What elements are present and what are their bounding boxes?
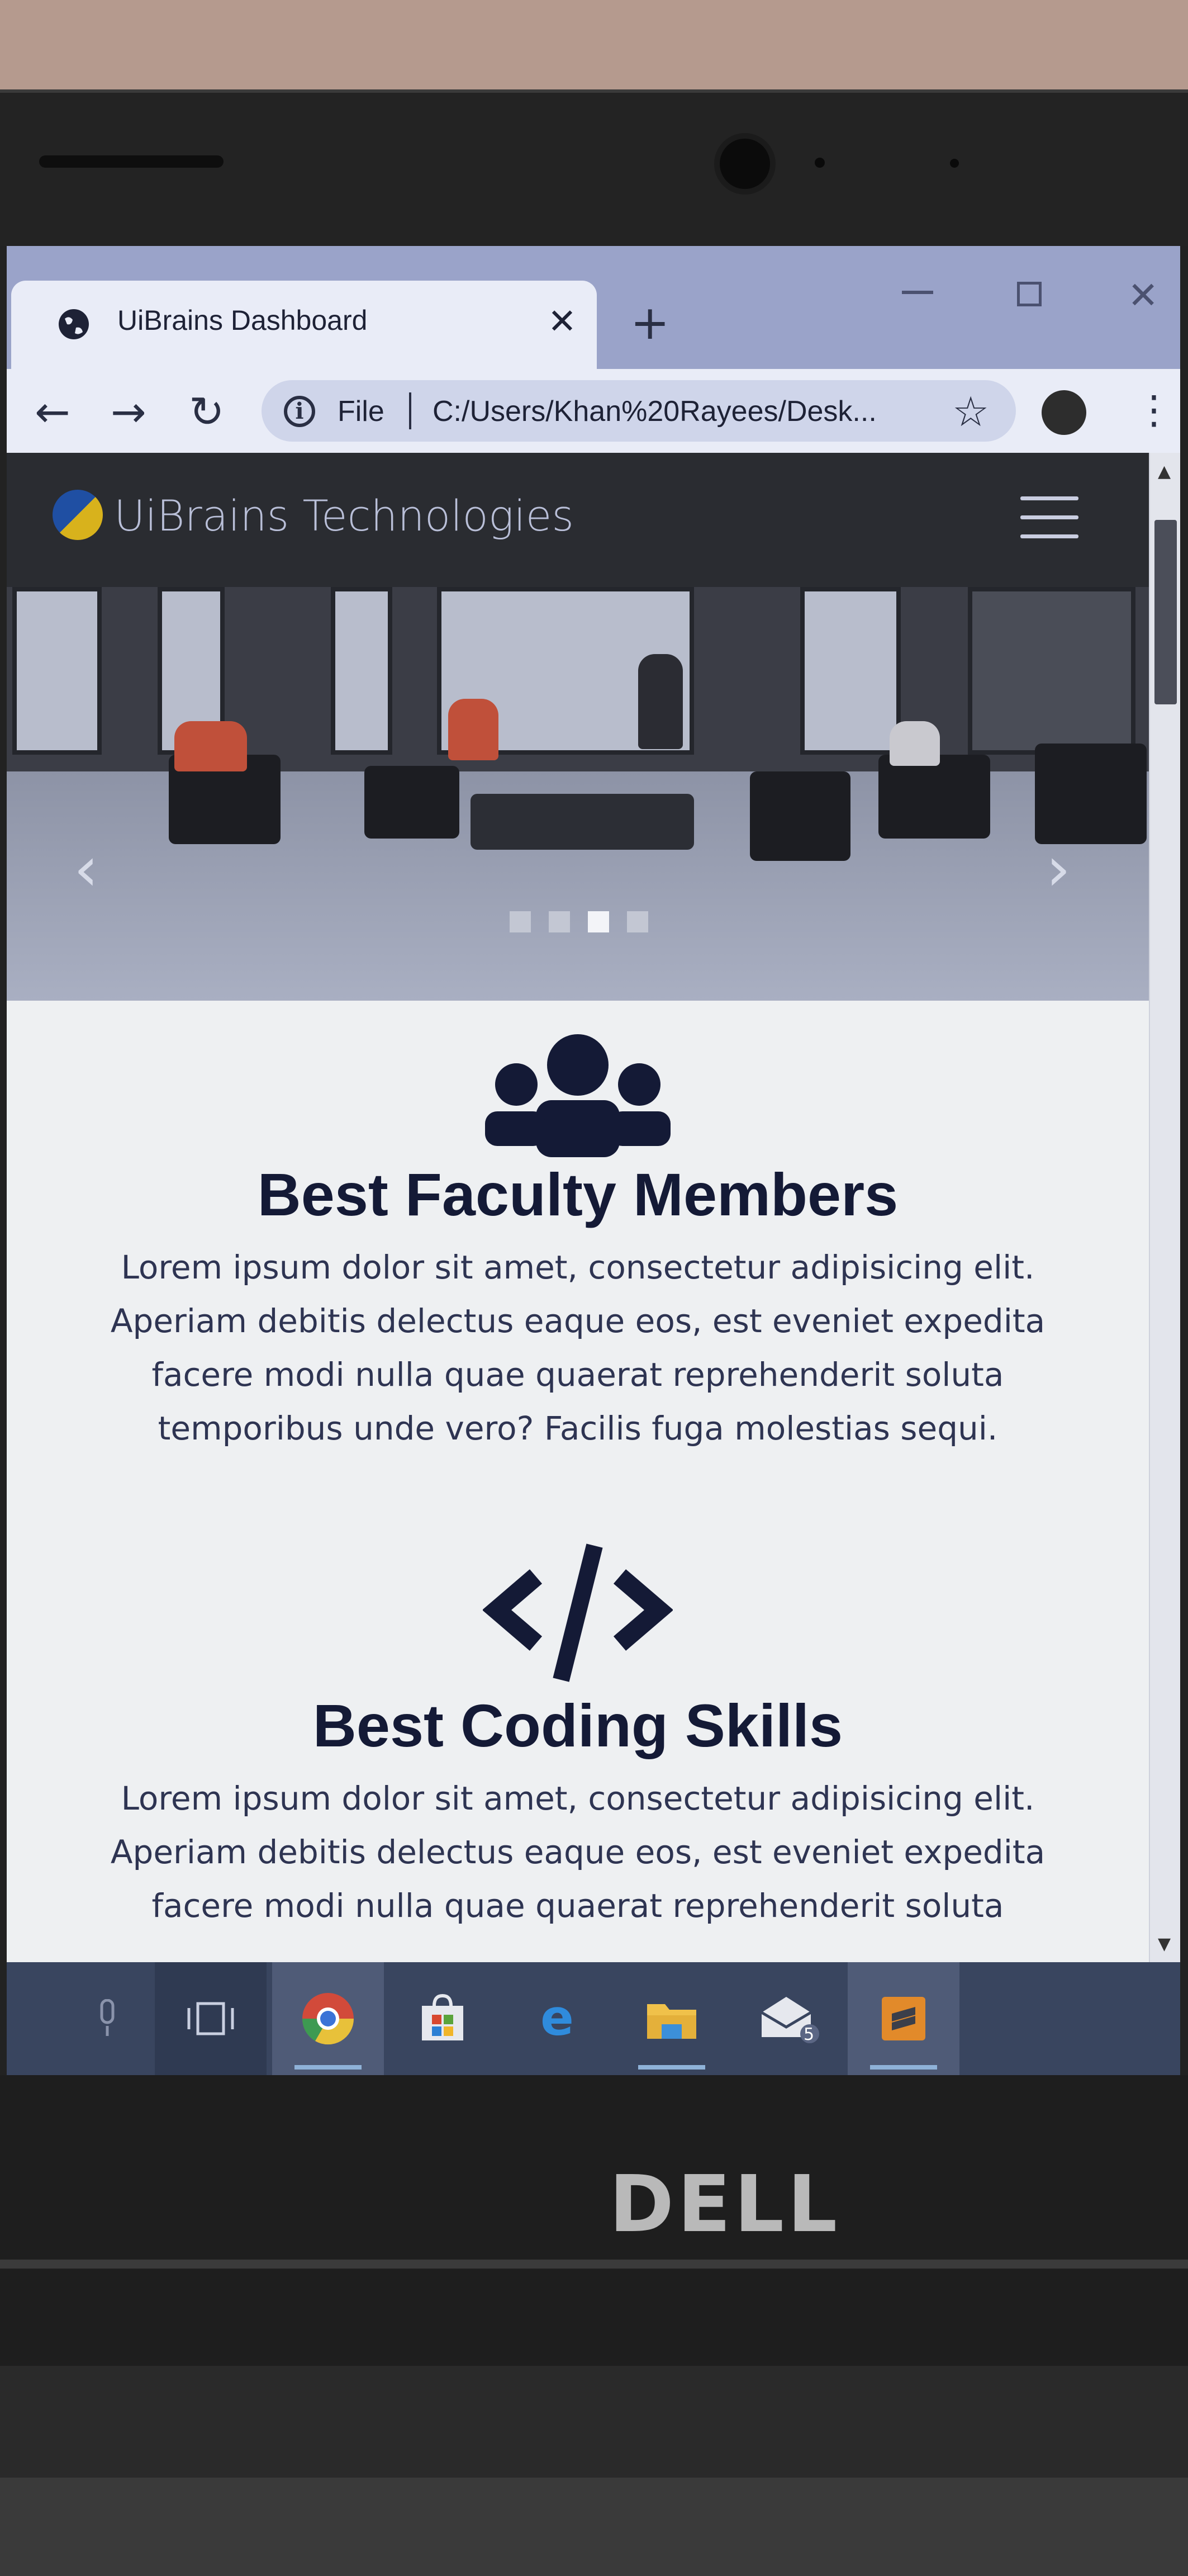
laptop-keyboard-edge: [0, 2478, 1188, 2576]
photo-person: [890, 721, 940, 766]
photo-chair: [878, 755, 990, 839]
speaker-grille: [39, 155, 224, 168]
page-scrollbar[interactable]: ▲ ▼: [1149, 453, 1180, 1962]
background-wall: [0, 0, 1188, 95]
browser-tab[interactable]: UiBrains Dashboard ✕: [11, 281, 597, 369]
scrollbar-thumb[interactable]: [1154, 520, 1177, 704]
extension-icon[interactable]: [1042, 390, 1086, 435]
windows-taskbar: e 5: [7, 1962, 1180, 2075]
scroll-up-icon[interactable]: ▲: [1158, 462, 1171, 481]
kebab-menu-icon[interactable]: ⋮: [1134, 387, 1173, 433]
address-scheme-label: File: [338, 395, 384, 428]
back-arrow-icon[interactable]: ←: [35, 387, 70, 437]
feature-coding: Best Coding Skills Lorem ipsum dolor sit…: [7, 1537, 1149, 1933]
site-navbar: UiBrains Technologies: [7, 453, 1149, 587]
photo-person: [448, 699, 498, 760]
tab-title: UiBrains Dashboard: [117, 305, 368, 336]
microphone-icon[interactable]: [51, 1962, 163, 2075]
photo-window: [331, 587, 392, 755]
browser-toolbar: ← → ↻ i File C:/Users/Khan%20Rayees/Desk…: [7, 369, 1180, 453]
minimize-window-icon[interactable]: [902, 291, 933, 294]
photo-chair: [750, 771, 850, 861]
feature-description: Lorem ipsum dolor sit amet, consectetur …: [110, 1779, 1046, 1925]
svg-text:e: e: [540, 1993, 574, 2044]
code-icon: [482, 1543, 674, 1682]
star-icon[interactable]: ☆: [952, 388, 989, 436]
globe-icon: [59, 309, 89, 339]
laptop-left-bezel: [0, 246, 7, 2080]
photo-person: [638, 654, 683, 749]
photo-window: [968, 587, 1135, 755]
web-page: UiBrains Technologies ‹ › Best Faculty M…: [7, 453, 1180, 1962]
forward-arrow-icon[interactable]: →: [111, 387, 146, 437]
carousel-next-icon[interactable]: ›: [1046, 833, 1071, 905]
photo-sofa: [471, 794, 694, 850]
photo-chair: [1035, 744, 1147, 844]
sublime-text-icon[interactable]: [848, 1962, 959, 2075]
carousel-indicator[interactable]: [510, 911, 531, 932]
hinge-ridge: [0, 2260, 1188, 2269]
feature-faculty: Best Faculty Members Lorem ipsum dolor s…: [7, 1034, 1149, 1455]
laptop-top-bezel: [0, 89, 1188, 257]
site-brand[interactable]: UiBrains Technologies: [114, 491, 574, 541]
carousel-indicator-active[interactable]: [588, 911, 609, 932]
scroll-down-icon[interactable]: ▼: [1158, 1934, 1171, 1954]
feature-description: Lorem ipsum dolor sit amet, consectetur …: [110, 1248, 1046, 1447]
feature-title: Best Faculty Members: [257, 1161, 899, 1228]
webcam-light: [950, 159, 959, 168]
laptop-bottom-bezel: DELL: [0, 2075, 1188, 2576]
mail-badge: 5: [804, 2025, 815, 2044]
hamburger-menu-icon[interactable]: [1020, 496, 1078, 541]
carousel-indicators: [510, 911, 649, 934]
photo-person: [174, 721, 247, 771]
image-carousel: ‹ ›: [7, 587, 1149, 1001]
laptop-right-bezel: [1180, 246, 1188, 2080]
store-icon[interactable]: [387, 1962, 498, 2075]
edge-icon[interactable]: e: [501, 1962, 613, 2075]
feature-title: Best Coding Skills: [312, 1692, 843, 1759]
browser-tab-strip: UiBrains Dashboard ✕ + ✕: [7, 246, 1180, 369]
chrome-icon[interactable]: [272, 1962, 384, 2075]
task-view-icon[interactable]: [155, 1962, 267, 2075]
laptop-screen: UiBrains Dashboard ✕ + ✕ ← → ↻ i File C:…: [7, 246, 1180, 2075]
maximize-window-icon[interactable]: [1017, 282, 1042, 306]
brand-logo-icon: [53, 490, 103, 540]
address-bar[interactable]: i File C:/Users/Khan%20Rayees/Desk... ☆: [262, 380, 1016, 442]
address-separator: [409, 392, 411, 429]
webcam: [714, 133, 776, 195]
dell-logo: DELL: [609, 2159, 841, 2250]
webcam-sensor: [815, 158, 825, 168]
carousel-indicator[interactable]: [627, 911, 648, 932]
file-explorer-icon[interactable]: [616, 1962, 728, 2075]
mail-icon[interactable]: 5: [733, 1962, 845, 2075]
reload-icon[interactable]: ↻: [189, 387, 225, 437]
users-icon: [485, 1034, 671, 1157]
carousel-prev-icon[interactable]: ‹: [74, 833, 98, 905]
photo-window: [800, 587, 901, 755]
close-window-icon[interactable]: ✕: [1128, 274, 1158, 317]
carousel-indicator[interactable]: [549, 911, 570, 932]
photo-chair: [364, 766, 459, 839]
close-tab-icon[interactable]: ✕: [548, 301, 577, 342]
photo-window: [12, 587, 102, 755]
new-tab-button[interactable]: +: [630, 295, 669, 350]
address-url[interactable]: C:/Users/Khan%20Rayees/Desk...: [433, 395, 877, 428]
info-icon[interactable]: i: [284, 396, 315, 427]
